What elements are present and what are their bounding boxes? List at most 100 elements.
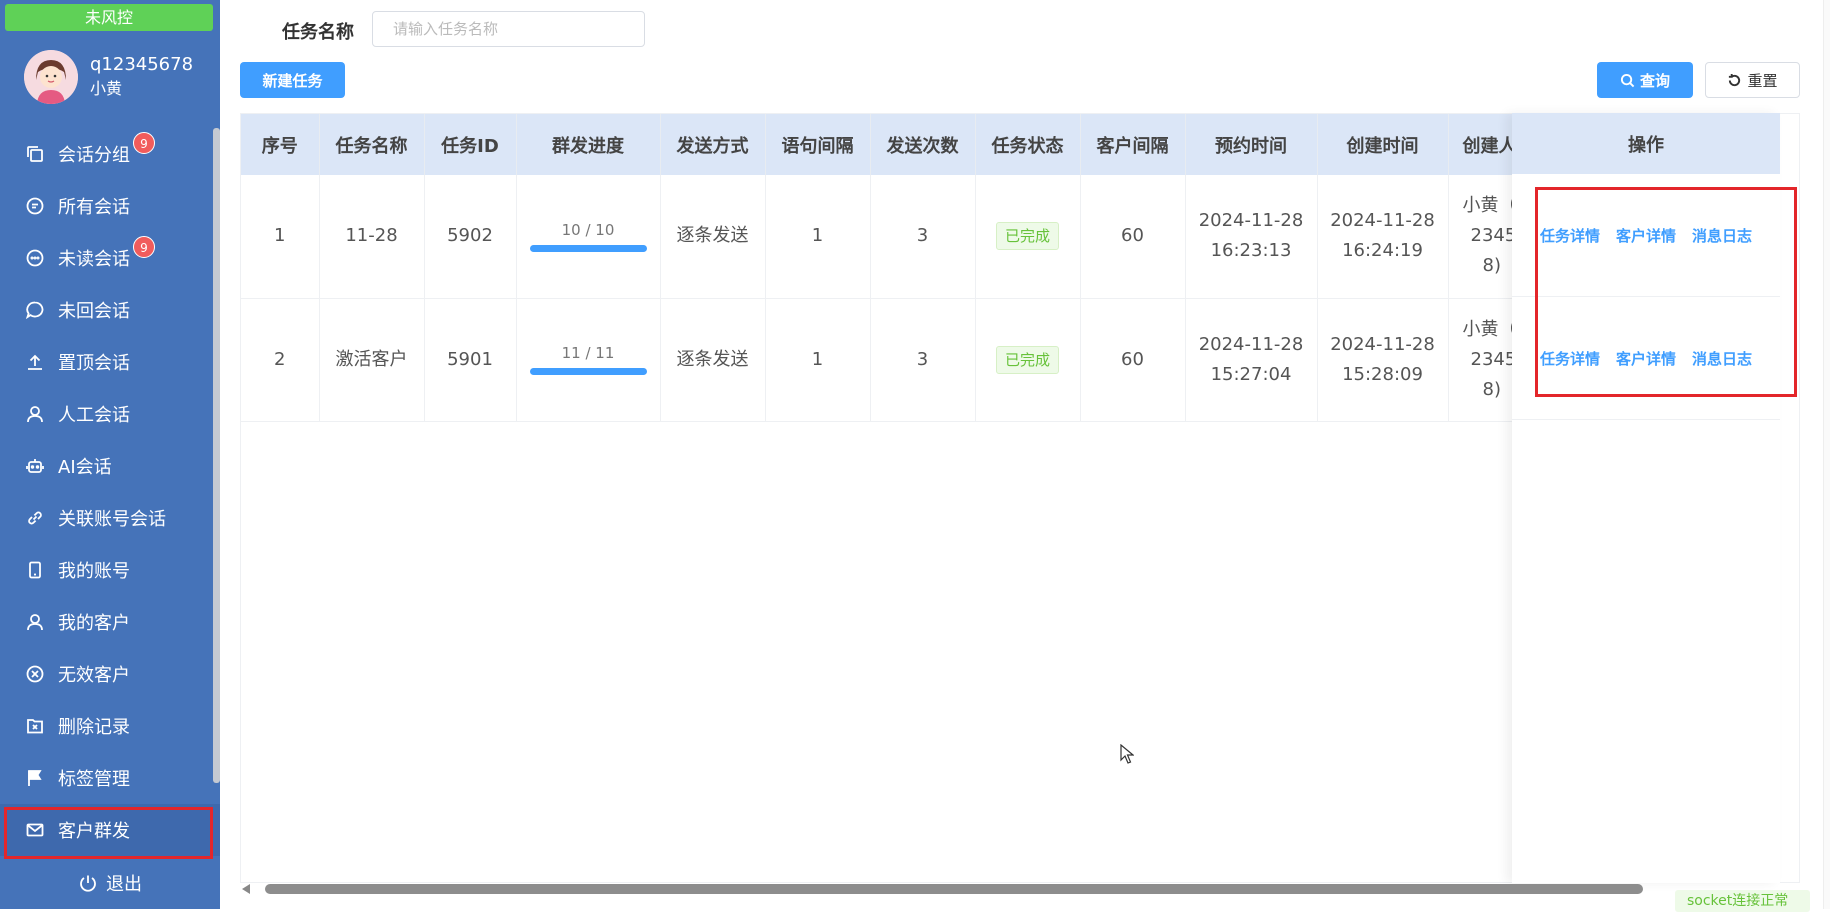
progress-bar <box>529 244 647 252</box>
mail-icon <box>24 819 46 841</box>
created-time-cell: 2024-11-28 15:28:09 <box>1317 298 1449 422</box>
column-header: 发送方式 <box>660 114 766 175</box>
sidebar-item-invalid-customers[interactable]: 无效客户 <box>0 648 220 700</box>
logout-label: 退出 <box>106 874 142 895</box>
reset-label: 重置 <box>1747 71 1778 90</box>
sidebar-item-label: 删除记录 <box>58 717 130 738</box>
logout-button[interactable]: 退出 <box>0 857 220 909</box>
sidebar-scrollbar[interactable] <box>213 128 220 783</box>
main-content: 任务名称 新建任务 查询 重置 序号 任务名称 任务ID 群发进度 发送方式 <box>220 0 1830 912</box>
sidebar-item-my-accounts[interactable]: 我的账号 <box>0 544 220 596</box>
sidebar-item-ai-sessions[interactable]: AI会话 <box>0 440 220 492</box>
sidebar-item-my-customers[interactable]: 我的客户 <box>0 596 220 648</box>
chat-dots-icon <box>24 247 46 269</box>
sidebar-menu: 会话分组 9 所有会话 未读会话 9 未回会话 置顶会话 人工会话 AI会话 关… <box>0 128 220 859</box>
customer-detail-link[interactable]: 客户详情 <box>1616 225 1676 246</box>
sidebar-item-label: 我的账号 <box>58 561 130 582</box>
status-cell: 已完成 <box>975 175 1081 299</box>
sidebar-item-label: 未读会话 <box>58 249 130 270</box>
date-text: 2024-11-28 <box>1330 210 1435 232</box>
robot-icon <box>24 455 46 477</box>
sidebar: 未风控 q12345678 小黄 会话分组 9 所有会话 未读会话 9 未回会话… <box>0 0 220 909</box>
sidebar-item-unreplied-sessions[interactable]: 未回会话 <box>0 284 220 336</box>
sidebar-item-session-groups[interactable]: 会话分组 9 <box>0 128 220 180</box>
sentence-interval-cell: 1 <box>765 298 871 422</box>
sidebar-item-label: 关联账号会话 <box>58 509 166 530</box>
progress-cell: 10 / 10 <box>516 175 661 299</box>
message-log-link[interactable]: 消息日志 <box>1692 225 1752 246</box>
time-text: 15:27:04 <box>1210 363 1292 385</box>
send-method-cell: 逐条发送 <box>660 298 766 422</box>
sidebar-item-pinned-sessions[interactable]: 置顶会话 <box>0 336 220 388</box>
sidebar-item-manual-sessions[interactable]: 人工会话 <box>0 388 220 440</box>
sentence-interval-cell: 1 <box>765 175 871 299</box>
sidebar-item-customer-broadcast[interactable]: 客户群发 <box>0 804 220 859</box>
circle-x-icon <box>24 663 46 685</box>
customer-interval-cell: 60 <box>1080 298 1186 422</box>
sidebar-item-tag-management[interactable]: 标签管理 <box>0 752 220 804</box>
row-index: 2 <box>241 298 320 422</box>
status-badge: 已完成 <box>995 222 1059 251</box>
new-task-button[interactable]: 新建任务 <box>240 62 345 98</box>
page-scrollbar-track <box>1823 0 1830 909</box>
send-count-cell: 3 <box>870 175 976 299</box>
date-text: 2024-11-28 <box>1330 333 1435 355</box>
progress-text: 11 / 11 <box>561 344 615 362</box>
risk-status-badge: 未风控 <box>5 4 213 31</box>
user-icon <box>24 403 46 425</box>
sidebar-item-label: 无效客户 <box>58 665 130 686</box>
unread-count-badge: 9 <box>133 132 155 154</box>
sidebar-item-label: 所有会话 <box>58 197 130 218</box>
sidebar-item-unread-sessions[interactable]: 未读会话 9 <box>0 232 220 284</box>
query-button[interactable]: 查询 <box>1597 62 1693 98</box>
user-id: q12345678 <box>90 54 194 75</box>
sidebar-item-all-sessions[interactable]: 所有会话 <box>0 180 220 232</box>
chat-icon <box>24 195 46 217</box>
status-badge: 已完成 <box>995 345 1059 374</box>
task-name-label: 任务名称 <box>282 22 354 43</box>
column-header: 任务状态 <box>975 114 1081 175</box>
link-icon <box>24 507 46 529</box>
refresh-icon <box>1729 73 1741 86</box>
sidebar-item-delete-records[interactable]: 删除记录 <box>0 700 220 752</box>
sidebar-item-label: 我的客户 <box>58 613 130 634</box>
task-name-cell: 11-28 <box>319 175 425 299</box>
status-cell: 已完成 <box>975 298 1081 422</box>
flag-icon <box>24 767 46 789</box>
task-detail-link[interactable]: 任务详情 <box>1540 348 1600 369</box>
query-label: 查询 <box>1639 71 1670 90</box>
customer-interval-cell: 60 <box>1080 175 1186 299</box>
scroll-left-arrow-icon[interactable] <box>242 884 250 894</box>
phone-icon <box>24 559 46 581</box>
mouse-cursor-icon <box>1120 744 1134 764</box>
reset-button[interactable]: 重置 <box>1705 62 1800 98</box>
sidebar-item-linked-account-sessions[interactable]: 关联账号会话 <box>0 492 220 544</box>
column-header: 语句间隔 <box>765 114 871 175</box>
column-header: 操作 <box>1512 113 1780 174</box>
message-log-link[interactable]: 消息日志 <box>1692 348 1752 369</box>
row-index: 1 <box>241 175 320 299</box>
sidebar-item-label: 未回会话 <box>58 301 130 322</box>
task-detail-link[interactable]: 任务详情 <box>1540 225 1600 246</box>
chat-bubble-icon <box>24 299 46 321</box>
progress-text: 10 / 10 <box>561 220 615 239</box>
date-text: 2024-11-28 <box>1198 333 1304 355</box>
horizontal-scrollbar[interactable] <box>240 882 1800 896</box>
operations-column: 操作 任务详情 客户详情 消息日志 任务详情 客户详情 消息日志 <box>1512 113 1780 883</box>
search-icon <box>1620 73 1635 87</box>
date-text: 2024-11-28 <box>1198 210 1304 232</box>
column-header: 任务ID <box>424 114 517 175</box>
sidebar-item-label: 标签管理 <box>58 769 130 790</box>
sidebar-item-label: 客户群发 <box>58 821 130 842</box>
sidebar-item-label: 会话分组 <box>58 145 130 166</box>
time-text: 16:23:13 <box>1210 240 1292 262</box>
customer-detail-link[interactable]: 客户详情 <box>1616 348 1676 369</box>
table-row: 2 激活客户 5901 11 / 11 逐条发送 1 3 已完成 60 2024… <box>241 298 1599 422</box>
task-name-input[interactable] <box>372 11 645 47</box>
send-count-cell: 3 <box>870 298 976 422</box>
time-text: 15:28:09 <box>1342 363 1423 385</box>
send-method-cell: 逐条发送 <box>660 175 766 299</box>
scrollbar-thumb[interactable] <box>265 884 1643 894</box>
user-profile[interactable]: q12345678 小黄 <box>24 50 193 104</box>
time-text: 16:24:19 <box>1342 240 1423 262</box>
